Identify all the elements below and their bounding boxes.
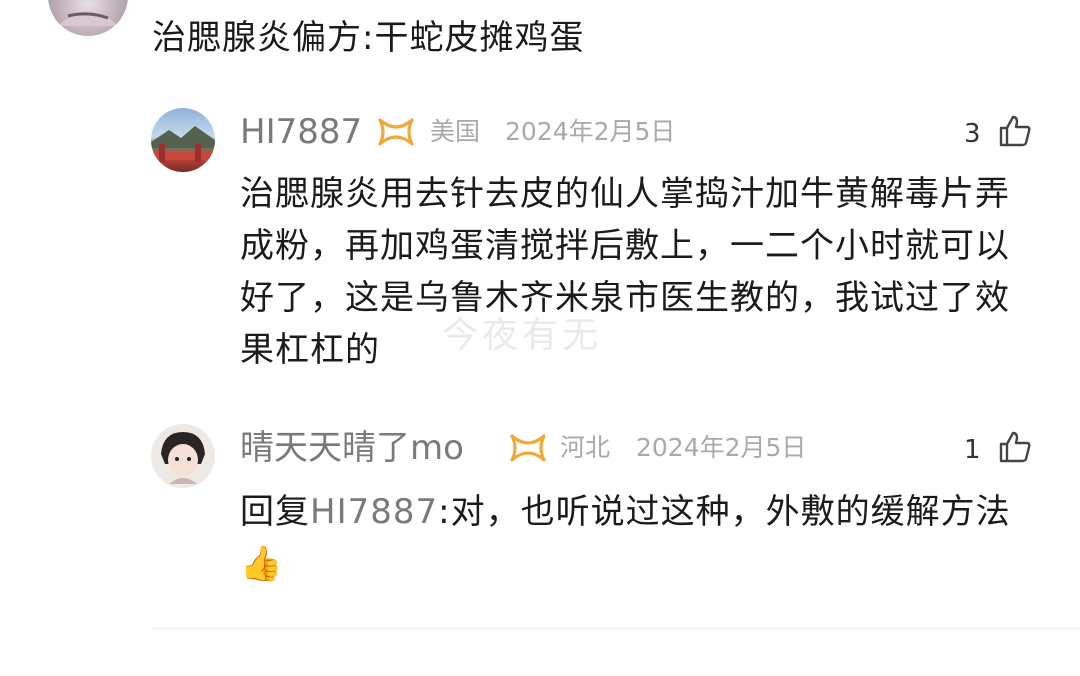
reply-2-header: 晴天天晴了mo 河北 2024年2月5日 <box>240 428 1040 468</box>
reply-2-like-button[interactable]: 1 <box>960 428 1040 468</box>
reply-2-text: 回复HI7887:对，也听说过这种，外敷的缓解方法👍 <box>240 486 1040 590</box>
avatar-reply-2[interactable] <box>151 424 215 488</box>
reply-1-region: 美国 <box>430 117 481 146</box>
vip-ribbon-icon <box>508 432 548 464</box>
reply-2-like-count: 1 <box>964 435 981 465</box>
reply-2-region: 河北 <box>560 433 611 462</box>
watermark: 今夜有无 <box>442 315 603 356</box>
reply-1-like-button[interactable]: 3 <box>960 112 1040 152</box>
reply-prefix: 回复 <box>240 492 310 532</box>
reply-1-header: HI7887 美国 2024年2月5日 <box>240 112 1040 152</box>
thumbs-up-icon <box>998 114 1032 148</box>
reply-1-like-count: 3 <box>964 119 981 149</box>
avatar-reply-1[interactable] <box>151 108 215 172</box>
avatar-top[interactable] <box>48 0 128 36</box>
reply-1-text: 治腮腺炎用去针去皮的仙人掌捣汁加牛黄解毒片弄成粉，再加鸡蛋清搅拌后敷上，一二个小… <box>240 174 1010 370</box>
reply-2-date: 2024年2月5日 <box>636 433 807 462</box>
reply-1-date: 2024年2月5日 <box>505 117 676 146</box>
thumbs-up-icon <box>998 430 1032 464</box>
reply-2-username[interactable]: 晴天天晴了mo <box>240 428 464 468</box>
divider <box>152 628 1080 629</box>
reply-to-username[interactable]: HI7887 <box>310 492 438 532</box>
vip-ribbon-icon <box>376 116 416 148</box>
reply-1-username[interactable]: HI7887 <box>240 112 362 152</box>
top-comment-text: 治腮腺炎偏方:干蛇皮摊鸡蛋 <box>152 18 585 58</box>
